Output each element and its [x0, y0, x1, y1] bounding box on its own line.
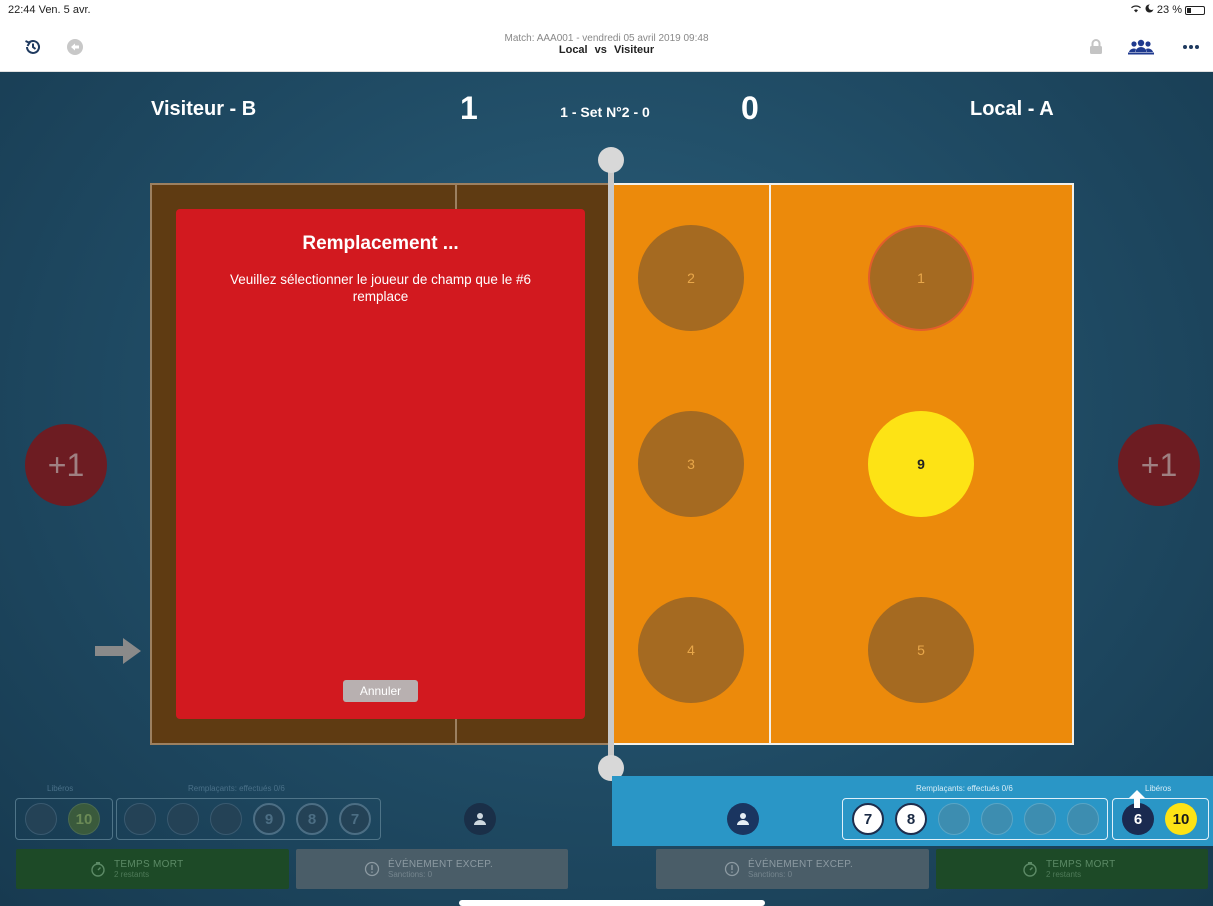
dialog-message: Veuillez sélectionner le joueur de champ… — [230, 272, 531, 304]
right-team-person-button[interactable] — [727, 803, 759, 835]
left-team-person-button[interactable] — [464, 803, 496, 835]
status-time: 22:44 Ven. 5 avr. — [8, 4, 91, 16]
battery-fill — [1187, 7, 1191, 13]
player-position[interactable]: 9 — [868, 411, 974, 517]
player-position[interactable]: 2 — [638, 225, 744, 331]
action-subtitle: 2 restants — [1046, 870, 1082, 879]
right-libero-slot[interactable]: 10 — [1165, 803, 1197, 835]
left-sub-slot[interactable]: 9 — [253, 803, 285, 835]
attack-line — [769, 185, 771, 743]
net — [608, 156, 614, 768]
home-indicator — [459, 900, 765, 906]
left-score: 1 — [460, 90, 478, 126]
right-sub-slot[interactable]: 8 — [895, 803, 927, 835]
left-event-button[interactable]: ÉVÉNEMENT EXCEP. Sanctions: 0 — [296, 849, 568, 889]
replacement-dialog: Remplacement ... Veuillez sélectionner l… — [176, 209, 585, 719]
action-subtitle: Sanctions: 0 — [748, 870, 793, 879]
timer-icon — [1023, 862, 1037, 877]
cancel-button[interactable]: Annuler — [343, 680, 418, 702]
action-subtitle: 2 restants — [114, 870, 150, 879]
action-title: TEMPS MORT — [1046, 859, 1116, 870]
right-subs-label: Remplaçants: effectués 0/6 — [916, 784, 1013, 793]
status-indicators: 23 % — [1130, 4, 1205, 16]
team-icon[interactable] — [1127, 36, 1155, 58]
battery-icon — [1185, 5, 1205, 15]
match-info: Match: AAA001 - vendredi 05 avril 2019 0… — [504, 33, 709, 44]
player-position[interactable]: 3 — [638, 411, 744, 517]
person-icon — [474, 813, 486, 825]
nav-bar: Match: AAA001 - vendredi 05 avril 2019 0… — [0, 22, 1213, 72]
right-sub-slot[interactable]: 7 — [852, 803, 884, 835]
moon-icon — [1145, 4, 1155, 16]
left-subs-label: Remplaçants: effectués 0/6 — [188, 784, 285, 793]
alert-icon — [364, 861, 380, 877]
status-bar: 22:44 Ven. 5 avr. 23 % — [0, 0, 1213, 22]
swap-up-arrow-icon — [1129, 790, 1145, 808]
right-event-button[interactable]: ÉVÉNEMENT EXCEP. Sanctions: 0 — [656, 849, 929, 889]
action-subtitle: Sanctions: 0 — [388, 870, 433, 879]
player-position[interactable]: 4 — [638, 597, 744, 703]
dialog-title: Remplacement ... — [302, 233, 459, 254]
action-title: TEMPS MORT — [114, 859, 184, 870]
left-sub-slot[interactable] — [210, 803, 242, 835]
action-title: ÉVÉNEMENT EXCEP. — [388, 859, 494, 870]
serve-arrow-icon — [95, 638, 141, 664]
alert-icon — [724, 861, 740, 877]
left-sub-slot[interactable]: 7 — [339, 803, 371, 835]
right-sub-slot[interactable] — [981, 803, 1013, 835]
net-top-handle[interactable] — [598, 147, 624, 173]
player-position[interactable]: 1 — [868, 225, 974, 331]
right-point-button[interactable]: +1 — [1118, 424, 1200, 506]
match-teams: Local vs Visiteur — [558, 44, 655, 56]
action-title: ÉVÉNEMENT EXCEP. — [748, 859, 854, 870]
more-icon[interactable] — [1180, 36, 1202, 58]
right-sub-slot[interactable] — [1067, 803, 1099, 835]
right-liberos-label: Libéros — [1145, 784, 1172, 793]
battery-percent: 23 % — [1156, 4, 1182, 16]
left-liberos-label: Libéros — [47, 784, 74, 793]
person-icon — [737, 813, 749, 825]
set-info: 1 - Set N°2 - 0 — [560, 104, 650, 120]
left-timeout-button[interactable]: TEMPS MORT 2 restants — [16, 849, 289, 889]
player-position[interactable]: 5 — [868, 597, 974, 703]
left-libero-slot[interactable]: 10 — [68, 803, 100, 835]
left-point-button[interactable]: +1 — [25, 424, 107, 506]
match-view: Visiteur - B 1 1 - Set N°2 - 0 0 Local -… — [0, 72, 1213, 906]
right-sub-slot[interactable] — [1024, 803, 1056, 835]
left-libero-slot[interactable] — [25, 803, 57, 835]
right-team-name: Local - A — [970, 98, 1054, 120]
wifi-icon — [1130, 4, 1142, 16]
left-team-name: Visiteur - B — [151, 98, 257, 120]
right-timeout-button[interactable]: TEMPS MORT 2 restants — [936, 849, 1208, 889]
match-title: Match: AAA001 - vendredi 05 avril 2019 0… — [0, 33, 1213, 56]
lock-icon[interactable] — [1085, 36, 1107, 58]
timer-icon — [91, 862, 105, 877]
left-sub-slot[interactable] — [124, 803, 156, 835]
right-sub-slot[interactable] — [938, 803, 970, 835]
left-sub-slot[interactable]: 8 — [296, 803, 328, 835]
right-score: 0 — [741, 90, 759, 126]
left-sub-slot[interactable] — [167, 803, 199, 835]
